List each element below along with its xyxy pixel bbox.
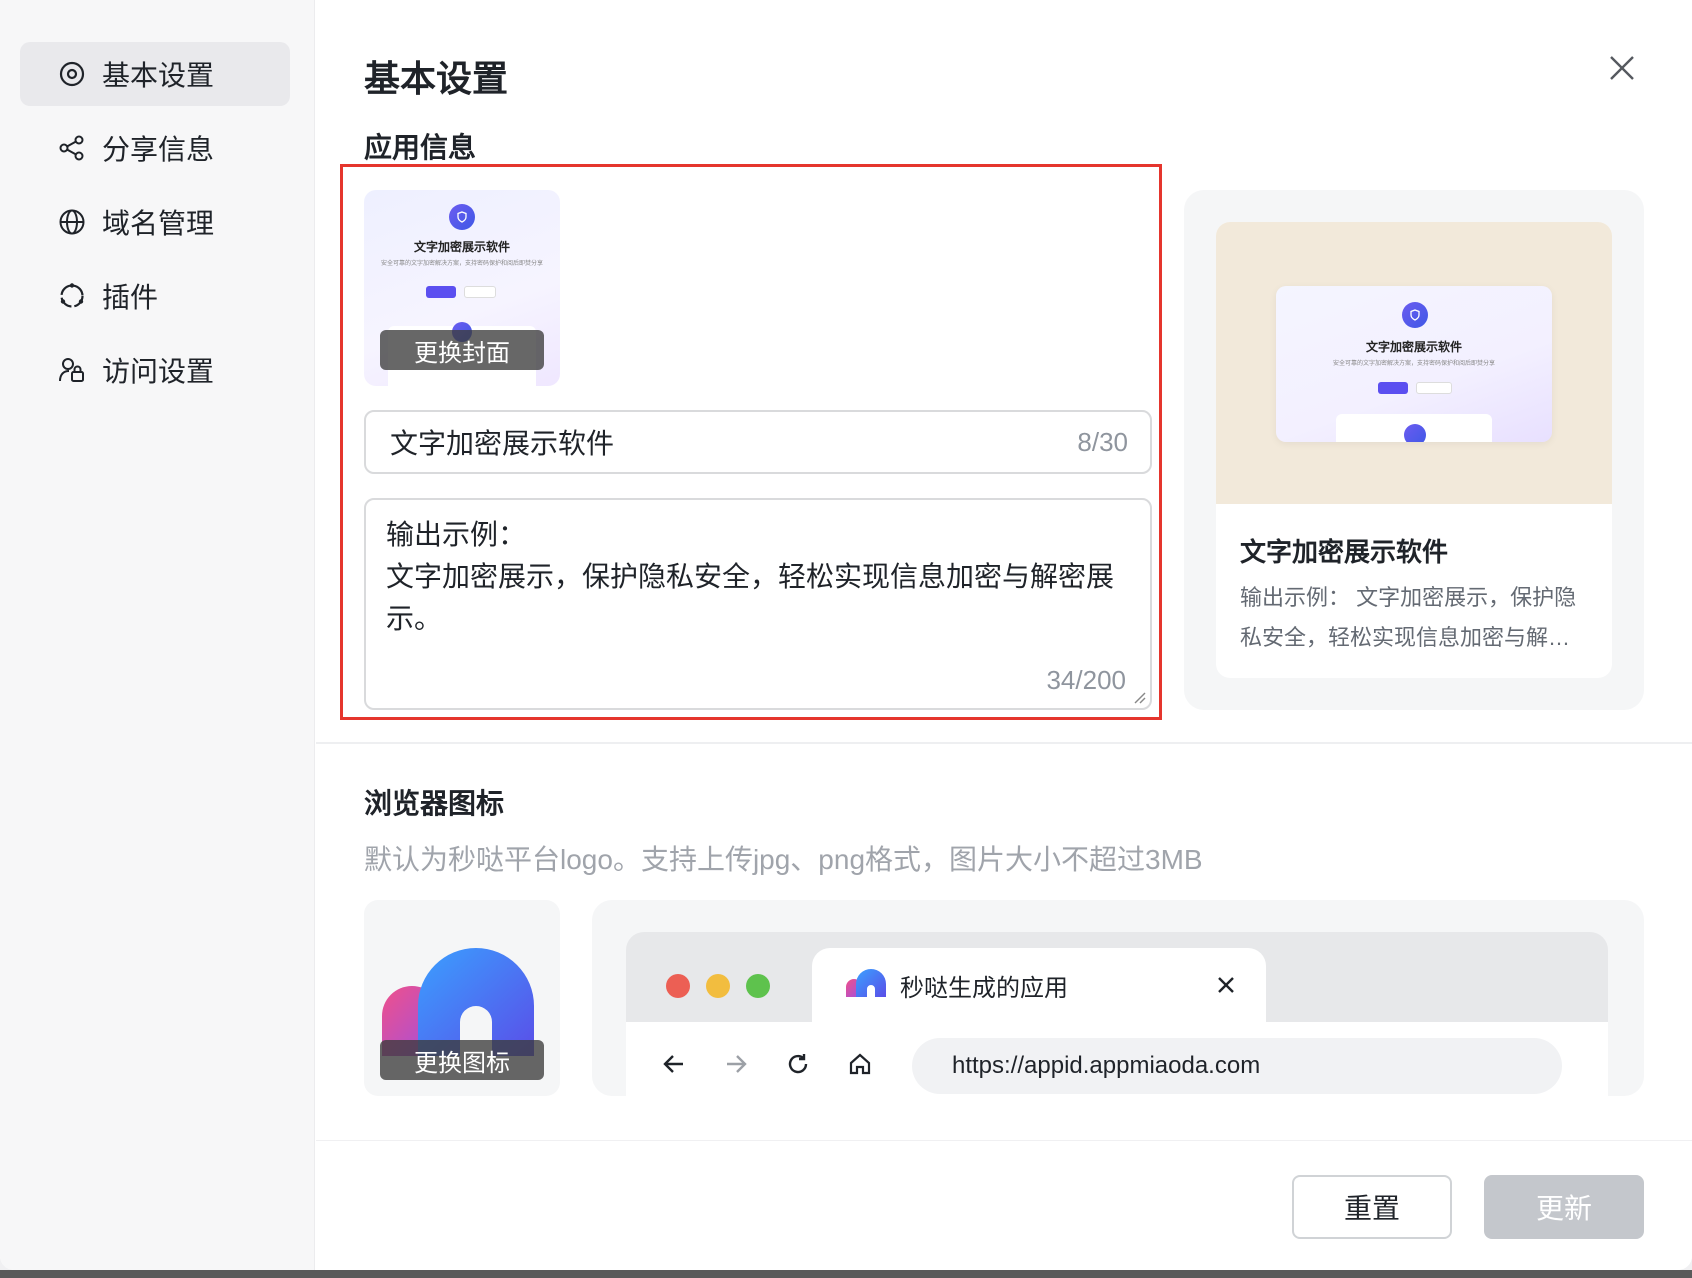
app-name-count: 8/30 <box>1077 426 1128 457</box>
shield-icon <box>449 204 475 230</box>
back-arrow-icon[interactable] <box>654 1044 694 1084</box>
share-icon <box>56 132 88 164</box>
sidebar-item-plugins[interactable]: 插件 <box>20 264 290 328</box>
app-description-count: 34/200 <box>1046 665 1126 695</box>
preview-mini-pill <box>1416 382 1452 394</box>
plugin-icon <box>56 280 88 312</box>
user-lock-icon <box>56 354 88 386</box>
preview-inner-screenshot: 文字加密展示软件 安全可靠的文字加密解决方案，支持密码保护和阅后即焚分享 <box>1276 286 1552 442</box>
window-minimize-dot <box>706 974 730 998</box>
app-description-textarea[interactable]: 输出示例： 文字加密展示，保护隐私安全，轻松实现信息加密与解密展示。 34/20… <box>364 498 1152 710</box>
browser-toolbar: https://appid.appmiaoda.com <box>626 1022 1608 1096</box>
window-maximize-dot <box>746 974 770 998</box>
sidebar-item-label: 分享信息 <box>102 134 215 165</box>
sidebar-item-label: 基本设置 <box>102 60 215 91</box>
app-name-input[interactable]: 文字加密展示软件 8/30 <box>364 410 1152 474</box>
sidebar-item-label: 访问设置 <box>102 356 215 387</box>
dialog-footer: 重置 更新 <box>316 1140 1692 1270</box>
main-panel: 基本设置 应用信息 文字加密展示软件 安全可靠的文字加密解决方案，支持密码保护和… <box>316 0 1692 1270</box>
change-cover-button[interactable]: 更换封面 <box>380 330 544 370</box>
cover-mini-title: 文字加密展示软件 <box>413 240 510 254</box>
preview-mini-subtitle: 安全可靠的文字加密解决方案，支持密码保护和阅后即焚分享 <box>1332 361 1495 367</box>
sidebar-item-label: 域名管理 <box>102 208 215 239</box>
settings-dialog: 基本设置 分享信息 域名管理 插件 访问设置 基本设置 应用信息 文字加密展示软… <box>0 0 1692 1270</box>
app-info-title: 应用信息 <box>364 132 477 163</box>
sidebar-item-basic-settings[interactable]: 基本设置 <box>20 42 290 106</box>
page-title: 基本设置 <box>364 58 509 99</box>
cover-mini-pill <box>426 286 456 298</box>
update-button[interactable]: 更新 <box>1484 1175 1644 1239</box>
shield-icon <box>1404 424 1426 442</box>
window-close-dot <box>666 974 690 998</box>
browser-mock: 秒哒生成的应用 https://appid.appmiaoda.com <box>626 932 1608 1096</box>
cover-image[interactable]: 文字加密展示软件 安全可靠的文字加密解决方案，支持密码保护和阅后即焚分享 更换封… <box>364 190 560 386</box>
home-icon[interactable] <box>840 1044 880 1084</box>
change-icon-button[interactable]: 更换图标 <box>380 1040 544 1080</box>
preview-mini-title: 文字加密展示软件 <box>1365 340 1462 354</box>
browser-tab[interactable]: 秒哒生成的应用 <box>812 948 1266 1022</box>
resize-handle-icon[interactable] <box>1132 690 1146 704</box>
preview-image: 文字加密展示软件 安全可靠的文字加密解决方案，支持密码保护和阅后即焚分享 <box>1216 222 1612 504</box>
browser-icon-hint: 默认为秒哒平台logo。支持上传jpg、png格式，图片大小不超过3MB <box>364 844 1203 875</box>
globe-icon <box>56 206 88 238</box>
sidebar: 基本设置 分享信息 域名管理 插件 访问设置 <box>0 0 315 1270</box>
cover-mini-pill <box>464 286 496 298</box>
app-description-value: 输出示例： 文字加密展示，保护隐私安全，轻松实现信息加密与解密展示。 <box>386 519 1115 634</box>
browser-preview: 秒哒生成的应用 https://appid.appmiaoda.com <box>592 900 1644 1096</box>
browser-icon-upload[interactable]: 更换图标 <box>364 900 560 1096</box>
window-bottom-edge <box>0 1270 1692 1278</box>
sidebar-item-label: 插件 <box>102 282 159 313</box>
forward-arrow-icon[interactable] <box>716 1044 756 1084</box>
url-bar[interactable]: https://appid.appmiaoda.com <box>912 1038 1562 1094</box>
miaoda-logo-icon <box>846 968 886 1002</box>
preview-app-desc: 输出示例： 文字加密展示，保护隐私安全，轻松实现信息加密与解… <box>1240 585 1577 650</box>
shield-icon <box>1402 302 1428 328</box>
tab-title: 秒哒生成的应用 <box>900 974 1068 1002</box>
sidebar-item-domain[interactable]: 域名管理 <box>20 190 290 254</box>
reload-icon[interactable] <box>778 1044 818 1084</box>
preview-mini-pill <box>1378 382 1408 394</box>
preview-card: 文字加密展示软件 安全可靠的文字加密解决方案，支持密码保护和阅后即焚分享 文字加… <box>1216 222 1612 678</box>
cover-mini-subtitle: 安全可靠的文字加密解决方案，支持密码保护和阅后即焚分享 <box>380 261 543 267</box>
sidebar-item-share-info[interactable]: 分享信息 <box>20 116 290 180</box>
preview-app-name: 文字加密展示软件 <box>1240 537 1449 567</box>
share-preview: 文字加密展示软件 安全可靠的文字加密解决方案，支持密码保护和阅后即焚分享 文字加… <box>1184 190 1644 710</box>
browser-icon-title: 浏览器图标 <box>364 788 505 819</box>
settings-icon <box>56 58 88 90</box>
reset-button[interactable]: 重置 <box>1292 1175 1452 1239</box>
divider <box>316 742 1692 744</box>
close-icon[interactable] <box>1208 967 1244 1003</box>
app-name-value: 文字加密展示软件 <box>390 428 615 459</box>
sidebar-item-access[interactable]: 访问设置 <box>20 338 290 402</box>
close-icon <box>1609 55 1635 86</box>
close-button[interactable] <box>1600 48 1644 92</box>
